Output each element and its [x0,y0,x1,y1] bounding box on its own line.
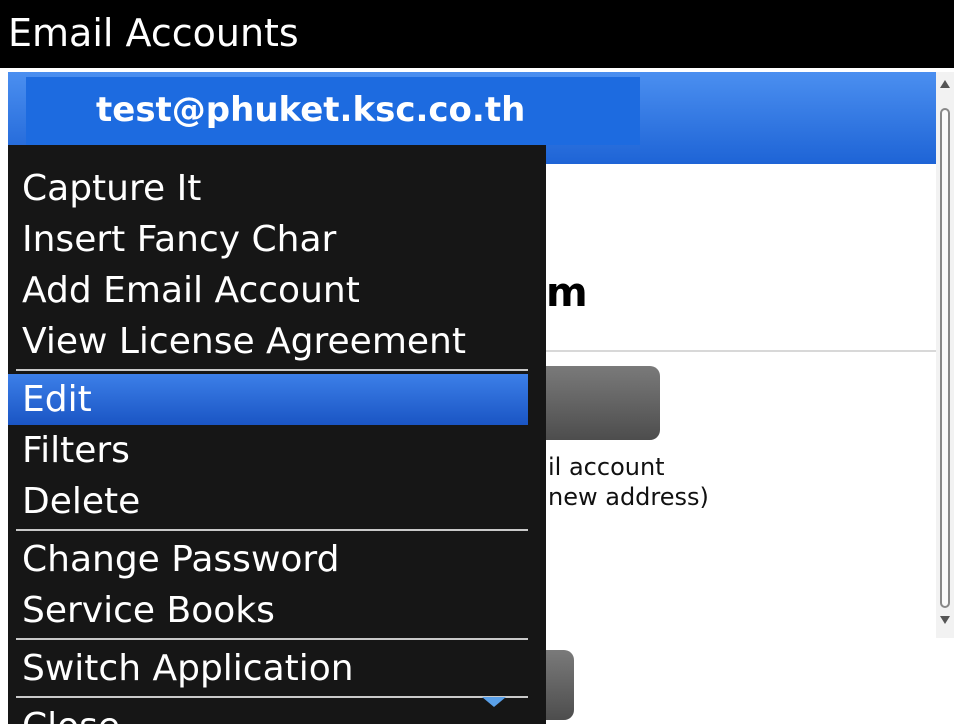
app-screen: Email Accounts m il account new address)… [0,0,954,724]
scroll-up-icon[interactable] [940,80,950,88]
menu-header-account-email: test@phuket.ksc.co.th [26,77,640,145]
menu-item-change-password[interactable]: Change Password [8,534,528,585]
menu-separator [16,369,528,371]
menu-item-capture-it[interactable]: Capture It [8,163,528,214]
menu-item-view-license-agreement[interactable]: View License Agreement [8,316,528,367]
menu-item-service-books[interactable]: Service Books [8,585,528,636]
context-menu: Capture It Insert Fancy Char Add Email A… [8,145,546,724]
description-line-2: new address) [548,483,709,511]
menu-separator [16,638,528,640]
account-description: il account new address) [548,452,709,512]
menu-separator [16,696,528,698]
chevron-down-icon [482,697,506,707]
description-line-1: il account [548,453,665,481]
menu-item-close[interactable]: Close [8,701,528,724]
window-title: Email Accounts [0,0,954,68]
menu-separator [16,529,528,531]
menu-item-add-email-account[interactable]: Add Email Account [8,265,528,316]
menu-list: Capture It Insert Fancy Char Add Email A… [8,163,528,724]
scroll-down-icon[interactable] [940,616,950,624]
menu-item-edit[interactable]: Edit [8,374,528,425]
menu-item-insert-fancy-char[interactable]: Insert Fancy Char [8,214,528,265]
menu-item-filters[interactable]: Filters [8,425,528,476]
menu-item-switch-application[interactable]: Switch Application [8,643,528,694]
scrollbar-thumb[interactable] [940,108,950,608]
menu-item-delete[interactable]: Delete [8,476,528,527]
account-name-partial: m [546,270,588,316]
